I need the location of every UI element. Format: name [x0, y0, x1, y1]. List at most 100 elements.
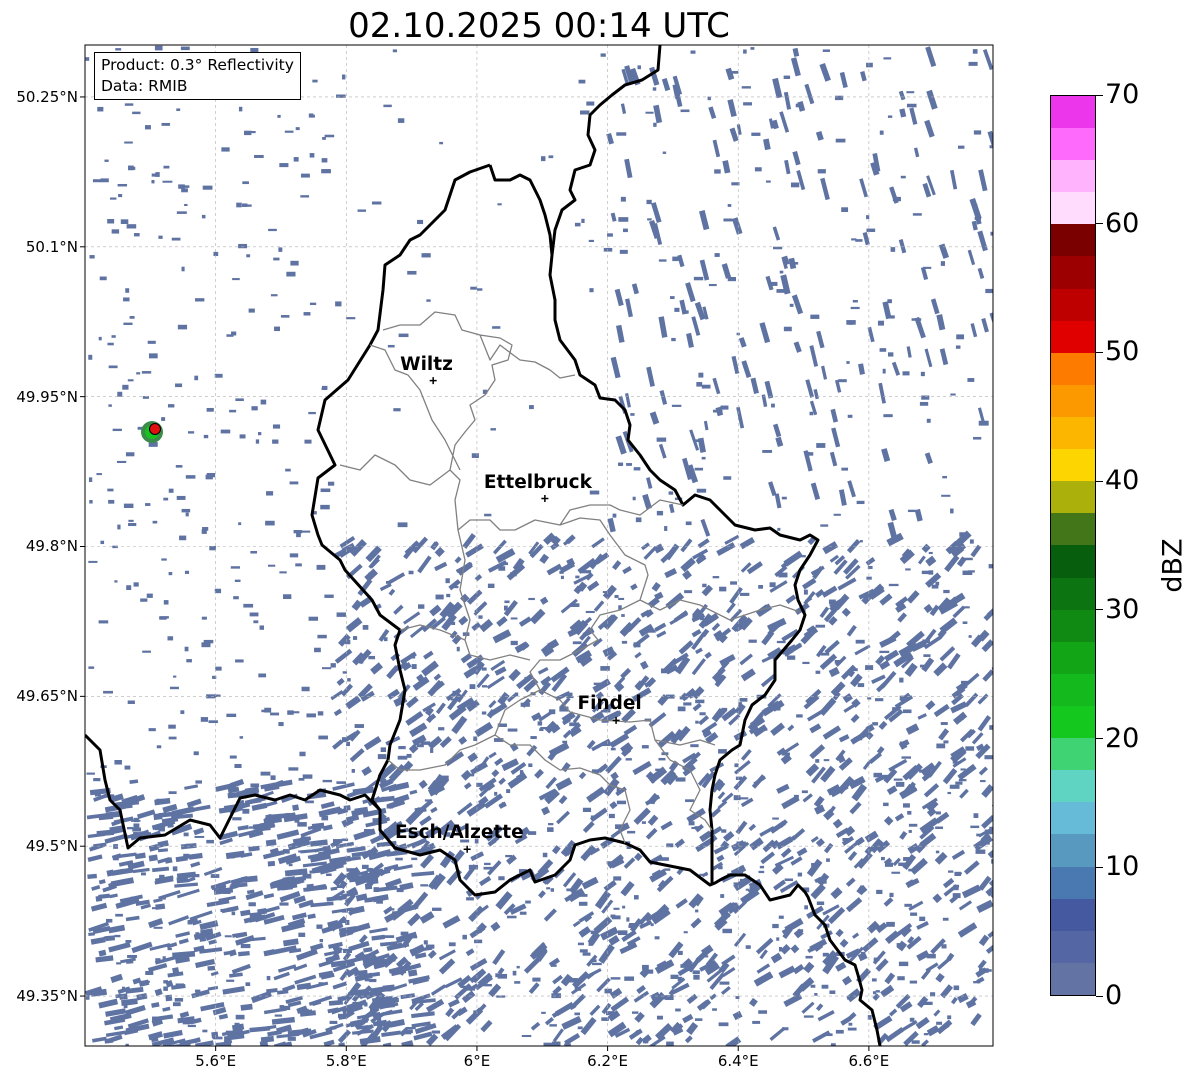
echo-cell [369, 978, 377, 983]
echo-cell [153, 926, 163, 929]
echo-cell [286, 271, 296, 277]
echo-cell [664, 568, 678, 579]
echo-cell [133, 582, 139, 587]
echo-cell [925, 46, 937, 68]
echo-cell [317, 634, 327, 639]
echo-cell [748, 997, 758, 1007]
echo-cell [612, 513, 617, 518]
echo-cell [118, 194, 123, 198]
echo-cell [439, 141, 444, 145]
echo-cell [810, 314, 820, 319]
echo-cell [244, 204, 252, 207]
echo-cell [978, 169, 988, 192]
echo-cell [787, 655, 796, 660]
echo-cell [830, 1043, 836, 1046]
echo-cell [860, 71, 867, 82]
echo-cell [151, 1002, 160, 1008]
echo-cell [777, 527, 781, 531]
echo-cell [211, 1031, 219, 1039]
echo-cell [653, 122, 657, 127]
echo-cell [847, 1027, 857, 1031]
echo-cell [234, 763, 242, 768]
echo-cell [912, 213, 922, 216]
echo-cell [544, 1017, 554, 1026]
echo-cell [725, 67, 735, 81]
echo-cell [928, 551, 933, 555]
x-tick-label: 5.8°E [325, 1052, 367, 1070]
echo-cell [200, 717, 209, 722]
echo-cell [839, 938, 849, 948]
echo-cell [632, 496, 636, 501]
echo-cell [397, 522, 408, 528]
echo-cell [136, 992, 148, 1001]
echo-cell [695, 823, 704, 833]
echo-cell [838, 734, 850, 743]
echo-cell [797, 101, 806, 112]
echo-cell [788, 257, 797, 270]
echo-cell [314, 647, 321, 653]
echo-cell [716, 854, 725, 862]
colorbar-segment [1051, 352, 1095, 385]
echo-cell [117, 391, 123, 397]
echo-cell [849, 801, 862, 815]
echo-cell [506, 915, 517, 919]
echo-cell [781, 496, 787, 500]
echo-cell [621, 640, 628, 644]
echo-cell [304, 439, 312, 444]
echo-cell [498, 876, 505, 881]
echo-cell [411, 871, 435, 877]
echo-cell [989, 312, 993, 332]
echo-cell [267, 860, 276, 867]
echo-cell [841, 975, 853, 986]
echo-cell [858, 363, 865, 375]
echo-cell [933, 1009, 941, 1017]
echo-cell [276, 989, 289, 995]
echo-cell [411, 1011, 435, 1019]
echo-cell [618, 462, 624, 466]
echo-cell [735, 820, 748, 835]
colorbar-segment [1051, 192, 1095, 225]
echo-cell [111, 229, 120, 234]
x-tick-label: 6.6°E [848, 1052, 890, 1070]
echo-cell [221, 147, 230, 152]
echo-cell [883, 414, 893, 418]
echo-cell [417, 555, 432, 574]
echo-cell [872, 993, 880, 1001]
echo-cell [919, 916, 926, 922]
colorbar-title: dBZ [1157, 538, 1184, 593]
echo-cell [690, 50, 696, 54]
echo-cell [616, 800, 627, 805]
echo-cell [432, 907, 442, 911]
echo-cell [822, 49, 830, 52]
colorbar-segment [1051, 609, 1095, 642]
echo-cell [674, 838, 686, 849]
echo-cell [734, 702, 746, 715]
echo-cell [325, 1022, 344, 1033]
echo-cell [906, 935, 922, 950]
echo-cell [142, 650, 151, 653]
colorbar-tick-label: 50 [1105, 336, 1140, 368]
x-tick-label: 6.2°E [587, 1052, 628, 1070]
echo-cell [897, 612, 907, 623]
echo-cell [682, 570, 692, 580]
echo-cell [400, 993, 416, 1000]
echo-cell [154, 988, 163, 996]
echo-cell [253, 620, 259, 624]
echo-cell [308, 616, 319, 621]
echo-cell [98, 620, 109, 624]
echo-cell [632, 633, 650, 648]
echo-cell [882, 368, 886, 374]
echo-cell [652, 87, 657, 91]
echo-cell [309, 153, 315, 158]
echo-cell [822, 725, 842, 740]
echo-cell [792, 150, 801, 166]
echo-cell [803, 589, 808, 595]
echo-cell [977, 230, 988, 252]
echo-cell [397, 755, 408, 760]
echo-cell [955, 781, 963, 785]
echo-cell [270, 775, 276, 780]
echo-cell [330, 886, 338, 891]
echo-cell [581, 218, 585, 223]
echo-cell [297, 822, 307, 827]
echo-cell [809, 744, 826, 760]
